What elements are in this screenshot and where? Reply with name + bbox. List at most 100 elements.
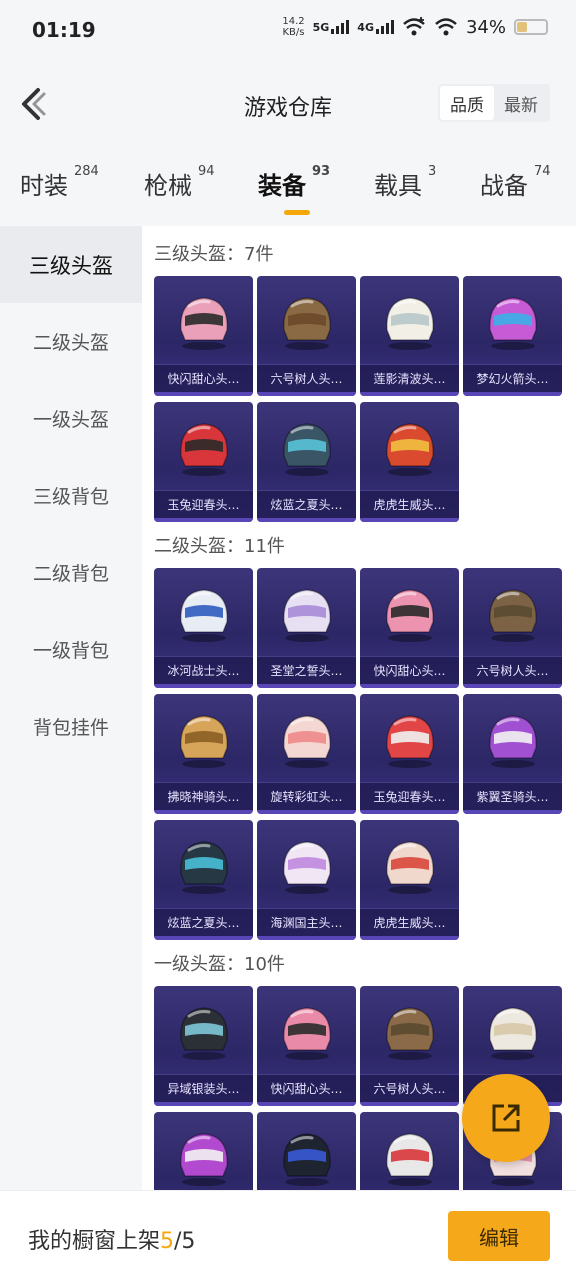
helmet-card[interactable]: 冰河战士头… <box>154 568 253 688</box>
card-stripe <box>463 392 562 396</box>
helmet-icon <box>283 423 331 476</box>
clock: 01:19 <box>32 18 96 42</box>
helmet-icon <box>180 715 228 768</box>
signal-5g-label: 5G <box>312 21 330 34</box>
card-stripe <box>154 1102 253 1106</box>
helmet-icon <box>283 589 331 642</box>
signal-4g-icon: 4G <box>357 20 394 34</box>
helmet-card[interactable]: 炫蓝之夏头… <box>257 402 356 522</box>
card-stripe <box>154 392 253 396</box>
sidebar-item-level2-backpack[interactable]: 二级背包 <box>0 534 142 611</box>
sidebar-item-level3-helmet[interactable]: 三级头盔 <box>0 226 142 303</box>
tab-equipment[interactable]: 装备 93 <box>258 164 331 215</box>
helmet-card[interactable]: 虎虎生威头… <box>360 402 459 522</box>
signal-5g-icon: 5G <box>313 20 350 34</box>
helmet-icon <box>283 1007 331 1060</box>
helmet-card[interactable] <box>257 1112 356 1190</box>
edit-button[interactable]: 编辑 <box>448 1211 550 1261</box>
helmet-icon <box>489 589 537 642</box>
helmet-card[interactable]: 快闪甜心头… <box>257 986 356 1106</box>
tab-count: 94 <box>198 164 215 179</box>
helmet-name: 紫翼圣骑头… <box>463 782 562 810</box>
helmet-name: 冰河战士头… <box>154 656 253 684</box>
helmet-name: 梦幻火箭头… <box>463 364 562 392</box>
sidebar-item-backpack-charm[interactable]: 背包挂件 <box>0 688 142 765</box>
helmet-icon <box>386 1007 434 1060</box>
card-stripe <box>257 684 356 688</box>
category-tabs: 时装 284 枪械 94 装备 93 载具 3 战备 74 <box>0 150 576 226</box>
sidebar-item-level1-helmet[interactable]: 一级头盔 <box>0 380 142 457</box>
tab-fashion[interactable]: 时装 284 <box>20 164 99 201</box>
tab-count: 284 <box>74 164 99 179</box>
helmet-card[interactable]: 旋转彩虹头… <box>257 694 356 814</box>
net-speed-unit: KB/s <box>282 27 305 38</box>
tab-label: 战备 <box>480 172 528 200</box>
helmet-card[interactable]: 莲影清波头… <box>360 276 459 396</box>
helmet-card[interactable]: 圣堂之誓头… <box>257 568 356 688</box>
tab-battle-prep[interactable]: 战备 74 <box>480 164 551 201</box>
card-stripe <box>360 1102 459 1106</box>
app-header: 游戏仓库 品质 最新 <box>0 58 576 150</box>
tab-firearms[interactable]: 枪械 94 <box>144 164 215 201</box>
tab-count: 93 <box>312 164 331 179</box>
card-stripe <box>154 936 253 940</box>
tab-count: 74 <box>534 164 551 179</box>
status-icons: 14.2 KB/s 5G 4G 34% <box>282 16 548 38</box>
helmet-card[interactable]: 六号树人头… <box>257 276 356 396</box>
showcase-label: 我的橱窗上架5/5 <box>28 1223 195 1255</box>
helmet-card[interactable]: 虎虎生威头… <box>360 820 459 940</box>
sidebar-item-level3-backpack[interactable]: 三级背包 <box>0 457 142 534</box>
tab-count: 3 <box>428 164 437 179</box>
card-stripe <box>257 518 356 522</box>
card-stripe <box>154 810 253 814</box>
helmet-icon <box>386 589 434 642</box>
showcase-bar: 我的橱窗上架5/5 编辑 <box>0 1190 576 1280</box>
helmet-icon <box>283 297 331 350</box>
sort-latest-button[interactable]: 最新 <box>494 86 548 120</box>
helmet-card[interactable] <box>360 1112 459 1190</box>
helmet-card[interactable]: 梦幻火箭头… <box>463 276 562 396</box>
section-title: 二级头盔：11件 <box>154 536 285 557</box>
helmet-name: 虎虎生威头… <box>360 908 459 936</box>
helmet-card[interactable]: 拂晓神骑头… <box>154 694 253 814</box>
tab-label: 载具 <box>374 172 422 200</box>
helmet-card[interactable]: 玉兔迎春头… <box>360 694 459 814</box>
tab-label: 装备 <box>258 172 306 200</box>
helmet-name: 莲影清波头… <box>360 364 459 392</box>
helmet-card[interactable]: 玉兔迎春头… <box>154 402 253 522</box>
helmet-icon <box>489 1007 537 1060</box>
helmet-icon <box>180 423 228 476</box>
card-stripe <box>360 936 459 940</box>
helmet-name: 圣堂之誓头… <box>257 656 356 684</box>
sort-toggle: 品质 最新 <box>438 84 550 122</box>
helmet-card[interactable]: 海渊国主头… <box>257 820 356 940</box>
helmet-name: 拂晓神骑头… <box>154 782 253 810</box>
tab-label: 枪械 <box>144 172 192 200</box>
helmet-icon <box>283 715 331 768</box>
helmet-icon <box>180 1007 228 1060</box>
helmet-name: 快闪甜心头… <box>257 1074 356 1102</box>
sort-quality-button[interactable]: 品质 <box>440 86 494 120</box>
helmet-icon <box>283 841 331 894</box>
share-button[interactable] <box>462 1074 550 1162</box>
helmet-card[interactable]: 六号树人头… <box>463 568 562 688</box>
card-stripe <box>360 392 459 396</box>
showcase-total: /5 <box>174 1229 196 1254</box>
helmet-card[interactable]: 快闪甜心头… <box>154 276 253 396</box>
wifi-plus-icon <box>403 17 425 36</box>
sidebar-item-level2-helmet[interactable]: 二级头盔 <box>0 303 142 380</box>
helmet-card[interactable]: 紫翼圣骑头… <box>463 694 562 814</box>
helmet-card[interactable]: 炫蓝之夏头… <box>154 820 253 940</box>
helmet-card[interactable]: 六号树人头… <box>360 986 459 1106</box>
sidebar-item-level1-backpack[interactable]: 一级背包 <box>0 611 142 688</box>
card-stripe <box>463 810 562 814</box>
helmet-name: 异域银装头… <box>154 1074 253 1102</box>
net-speed: 14.2 KB/s <box>282 16 304 38</box>
helmet-card[interactable]: 快闪甜心头… <box>360 568 459 688</box>
card-stripe <box>257 392 356 396</box>
tab-vehicles[interactable]: 载具 3 <box>374 164 437 201</box>
battery-percent: 34% <box>465 16 506 38</box>
helmet-icon <box>180 297 228 350</box>
helmet-card[interactable] <box>154 1112 253 1190</box>
helmet-card[interactable]: 异域银装头… <box>154 986 253 1106</box>
